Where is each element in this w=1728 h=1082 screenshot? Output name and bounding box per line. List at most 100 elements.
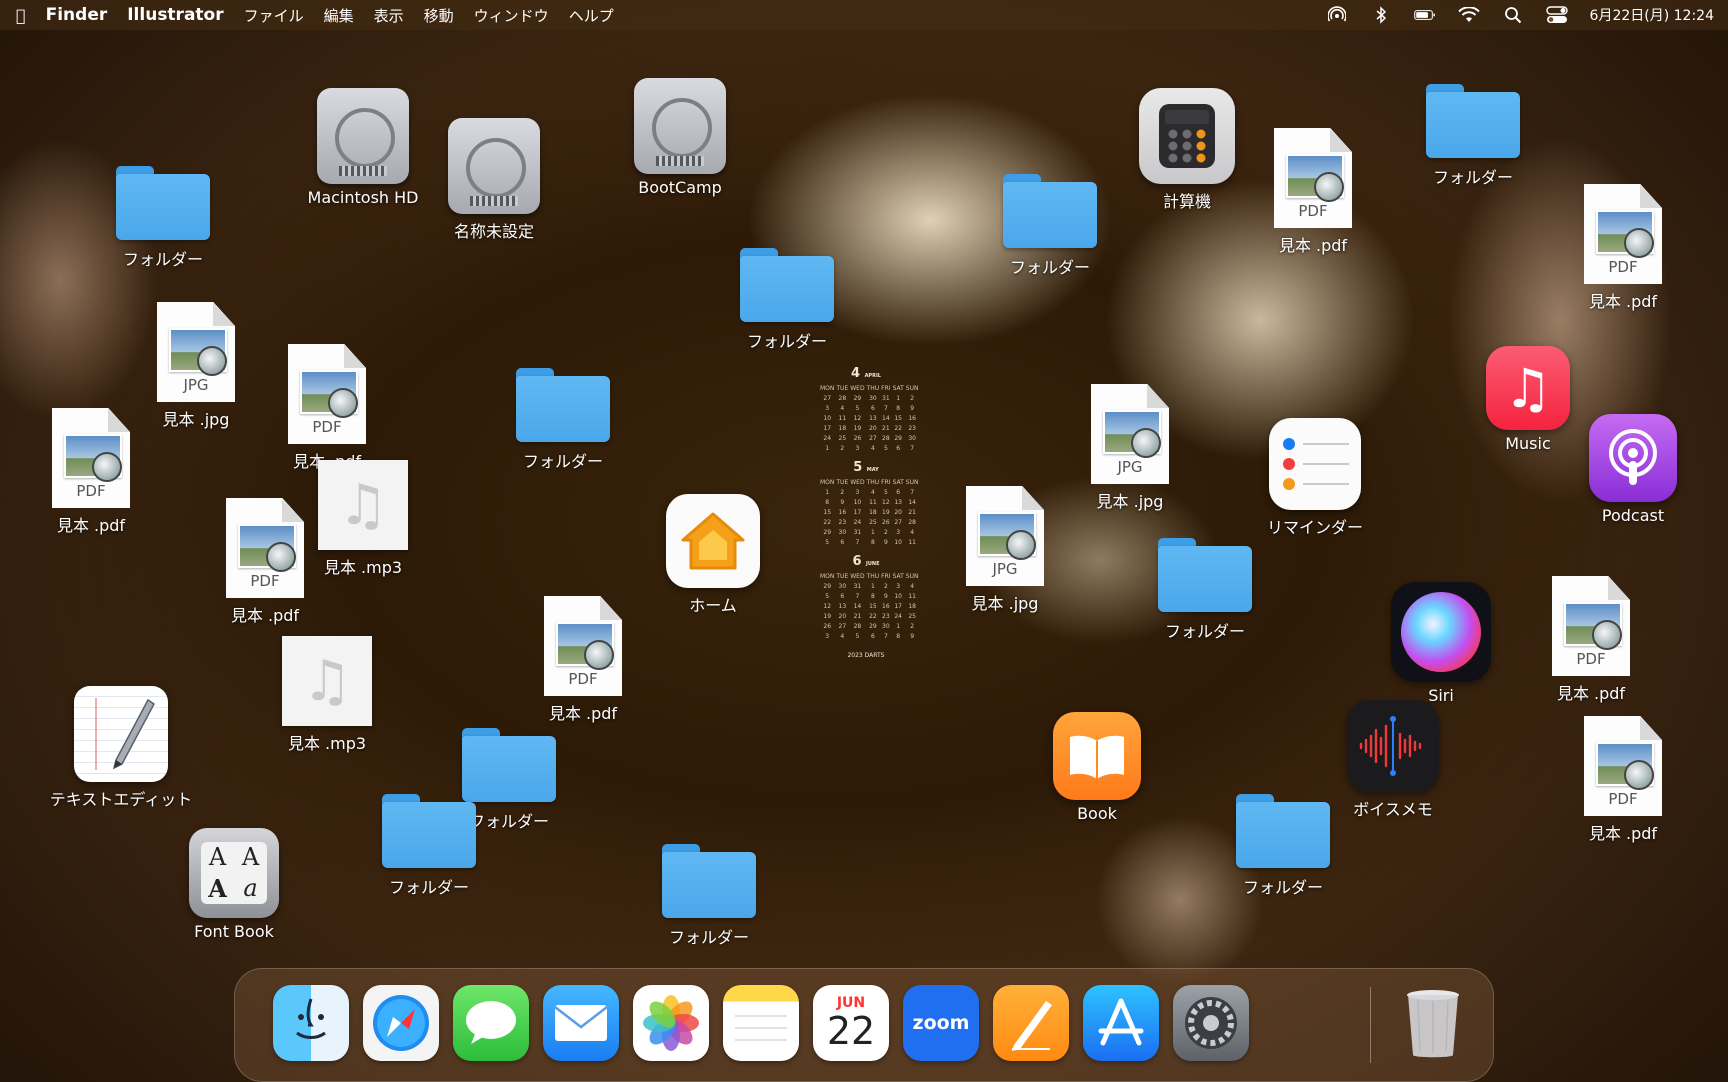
control-center-icon[interactable] <box>1545 6 1568 23</box>
calendar-day: 28 <box>838 395 847 402</box>
calendar-day: TUE <box>836 385 849 392</box>
calendar-widget: 4 APRIL MON TUE WED THU FRI SAT SUN 27 28 29 30 31 1… <box>820 358 919 659</box>
desktop-file-jpg[interactable]: JPG 見本 .jpg <box>930 486 1080 614</box>
calendar-day: 22 <box>869 613 877 620</box>
desktop-file-mp3[interactable]: ♫ 見本 .mp3 <box>252 636 402 754</box>
calendar-day: 19 <box>882 509 890 516</box>
wifi-icon[interactable] <box>1457 7 1480 23</box>
dock-calendar-icon[interactable]: JUN 22 <box>813 985 889 1061</box>
calendar-day: 5 <box>883 489 888 496</box>
menu-edit[interactable]: 編集 <box>324 5 354 26</box>
app-label: ボイスメモ <box>1353 800 1433 819</box>
calendar-day: 31 <box>853 583 862 590</box>
calendar-day: 31 <box>853 529 862 536</box>
calendar-day: 4 <box>840 633 845 640</box>
menubar-clock[interactable]: 6月22日(月) 12:24 <box>1590 5 1714 25</box>
bluetooth-icon[interactable] <box>1370 6 1392 24</box>
hard-drive-icon <box>634 78 726 174</box>
dock-system-preferences-icon[interactable] <box>1173 985 1249 1061</box>
app-books[interactable]: Book <box>1022 712 1172 823</box>
menu-window[interactable]: ウィンドウ <box>474 5 549 26</box>
folder-icon <box>1424 82 1522 160</box>
calendar-day: 28 <box>853 623 862 630</box>
app-label: Music <box>1505 434 1551 453</box>
folder-label: フォルダー <box>1009 258 1090 277</box>
app-label: Book <box>1077 804 1117 823</box>
dock-photos-icon[interactable] <box>633 985 709 1061</box>
calendar-day: 3 <box>825 405 830 412</box>
jpg-file-icon: JPG <box>1091 384 1169 484</box>
desktop-folder[interactable]: フォルダー <box>975 172 1125 278</box>
calendar-day: 11 <box>908 539 916 546</box>
calendar-day: 5 <box>855 405 860 412</box>
desktop-file-pdf[interactable]: PDF 見本 .pdf <box>16 408 166 536</box>
calendar-day: 19 <box>853 425 862 432</box>
search-icon[interactable] <box>1502 7 1524 24</box>
desktop-folder[interactable]: フォルダー <box>712 246 862 352</box>
dock-app-store-icon[interactable] <box>1083 985 1159 1061</box>
desktop-folder[interactable]: フォルダー <box>354 792 504 898</box>
dock-zoom-icon[interactable]: zoom <box>903 985 979 1061</box>
calendar-day: 10 <box>894 593 902 600</box>
calendar-day: 1 <box>825 445 830 452</box>
file-label: 見本 .pdf <box>1588 292 1658 311</box>
desktop-folder[interactable]: フォルダー <box>1398 82 1548 188</box>
fontbook-icon: AAAa <box>189 828 279 918</box>
calendar-day: 2 <box>840 445 845 452</box>
calendar-day: 13 <box>838 603 847 610</box>
app-voice-memos[interactable]: ボイスメモ <box>1318 700 1468 820</box>
airdrop-icon[interactable] <box>1326 6 1348 23</box>
desktop-file-pdf[interactable]: PDF 見本 .pdf <box>508 596 658 724</box>
app-reminders[interactable]: リマインダー <box>1240 418 1390 538</box>
calendar-day: 8 <box>870 539 875 546</box>
drive-macintosh-hd[interactable]: Macintosh HD <box>288 88 438 207</box>
app-textedit[interactable]: テキストエディット <box>46 686 196 810</box>
folder-icon <box>1001 172 1099 250</box>
dock-safari-icon[interactable] <box>363 985 439 1061</box>
menu-help[interactable]: ヘルプ <box>569 5 614 26</box>
app-podcast[interactable]: Podcast <box>1558 414 1708 525</box>
dock-pages-icon[interactable] <box>993 985 1069 1061</box>
dock-trash-icon[interactable] <box>1395 985 1471 1061</box>
desktop-file-pdf[interactable]: PDF 見本 .pdf <box>1548 184 1698 312</box>
calendar-day: 20 <box>869 425 877 432</box>
apple-menu-icon[interactable]:  <box>16 6 26 25</box>
desktop-folder[interactable]: フォルダー <box>488 366 638 472</box>
desktop-folder[interactable]: フォルダー <box>634 842 784 948</box>
calendar-day: 18 <box>908 603 916 610</box>
calendar-day: 4 <box>840 405 845 412</box>
app-home[interactable]: ホーム <box>638 494 788 616</box>
menu-file[interactable]: ファイル <box>244 5 304 26</box>
dock-separator <box>1370 987 1371 1063</box>
dock-notes-icon[interactable] <box>723 985 799 1061</box>
drive-untitled[interactable]: 名称未設定 <box>419 118 569 242</box>
app-label: 計算機 <box>1162 192 1211 211</box>
calendar-day: 20 <box>894 509 902 516</box>
calendar-day: TUE <box>836 573 849 580</box>
app-menu-illustrator[interactable]: Illustrator <box>127 5 223 25</box>
folder-label: フォルダー <box>122 250 203 269</box>
dock-mail-icon[interactable] <box>543 985 619 1061</box>
app-menu-finder[interactable]: Finder <box>46 5 108 25</box>
calendar-day: FRI <box>881 573 891 580</box>
desktop-file-pdf[interactable]: PDF 見本 .pdf <box>252 344 402 472</box>
menu-view[interactable]: 表示 <box>374 5 404 26</box>
desktop-file-pdf[interactable]: PDF 見本 .pdf <box>1516 576 1666 704</box>
siri-icon <box>1391 582 1491 682</box>
desktop-file-mp3[interactable]: ♫ 見本 .mp3 <box>288 460 438 578</box>
calendar-day: 9 <box>840 499 845 506</box>
desktop-file-pdf[interactable]: PDF 見本 .pdf <box>1548 716 1698 844</box>
menu-go[interactable]: 移動 <box>424 5 454 26</box>
dock-finder-icon[interactable] <box>273 985 349 1061</box>
calendar-day: 23 <box>908 425 916 432</box>
app-fontbook[interactable]: AAAa Font Book <box>159 828 309 941</box>
drive-bootcamp[interactable]: BootCamp <box>605 78 755 197</box>
calendar-day: 3 <box>855 445 860 452</box>
battery-icon[interactable] <box>1413 7 1436 23</box>
folder-icon <box>380 792 478 870</box>
desktop-folder[interactable]: フォルダー <box>1130 536 1280 642</box>
app-siri[interactable]: Siri <box>1366 582 1516 705</box>
app-calculator[interactable]: 計算機 <box>1112 88 1262 212</box>
desktop-folder[interactable]: フォルダー <box>88 164 238 270</box>
dock-messages-icon[interactable] <box>453 985 529 1061</box>
